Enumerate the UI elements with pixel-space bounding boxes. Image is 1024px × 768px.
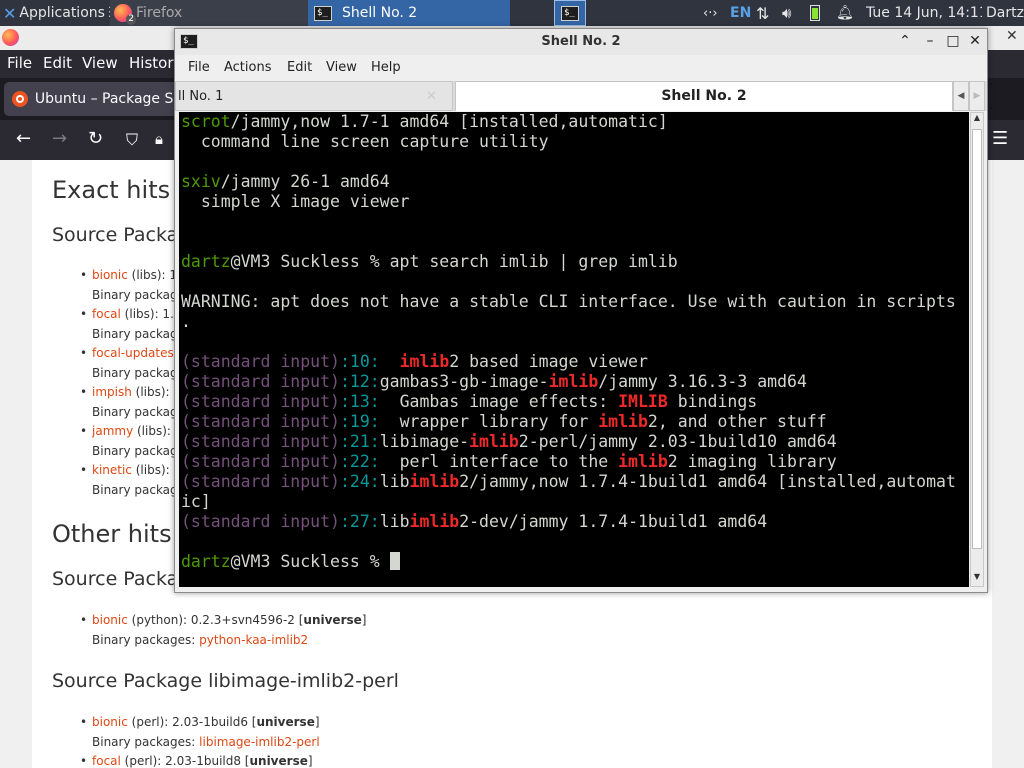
command-line: dartz@VM3 Suckless % apt search imlib | …	[181, 252, 678, 271]
list-item: focal-updates	[80, 346, 174, 360]
source-package-heading: Source Packag	[52, 224, 191, 246]
list-item: focal (perl): 2.03-1build8 [universe]	[80, 754, 313, 768]
terminal-scrollbar[interactable]: ▲ ▼	[970, 112, 984, 587]
scrollbar-thumb[interactable]	[972, 129, 982, 549]
text-cursor	[389, 552, 400, 570]
tab-shell-1[interactable]: ll No. 1 ✕	[175, 81, 453, 111]
taskbar-firefox[interactable]: 2 Firefox	[110, 0, 308, 26]
dist-link[interactable]: focal	[92, 307, 121, 321]
reload-icon[interactable]: ↻	[88, 128, 103, 149]
binary-packages-text: Binary packag	[92, 483, 178, 497]
ubuntu-logo-icon	[12, 91, 28, 107]
tab-close-icon[interactable]: ✕	[426, 89, 437, 104]
dist-link[interactable]: bionic	[92, 715, 128, 729]
close-icon[interactable]: ✕	[1006, 28, 1018, 44]
taskbar-shell-label: Shell No. 2	[342, 5, 418, 21]
maximize-icon[interactable]: □	[943, 31, 963, 51]
menu-help[interactable]: Help	[371, 60, 401, 75]
menu-view[interactable]: View	[326, 60, 357, 75]
keyboard-layout[interactable]: EN	[730, 0, 752, 26]
window-title: Shell No. 2	[541, 34, 621, 49]
dist-link[interactable]: impish	[92, 385, 132, 399]
prompt-line: dartz@VM3 Suckless %	[181, 552, 400, 572]
tab-scroll-left-icon[interactable]: ◀	[953, 81, 969, 111]
scroll-up-icon[interactable]: ▲	[971, 113, 983, 127]
terminal-menubar: File Actions Edit View Help	[175, 55, 987, 81]
terminal-titlebar[interactable]: $_ Shell No. 2 ⌃ – □ ✕	[175, 29, 987, 55]
scroll-down-icon[interactable]: ▼	[971, 572, 983, 586]
dist-link[interactable]: bionic	[92, 613, 128, 627]
binary-packages-text: Binary packages: python-kaa-imlib2	[92, 633, 309, 647]
dist-link[interactable]: kinetic	[92, 463, 132, 477]
dist-link[interactable]: jammy	[92, 424, 133, 438]
minimize-icon[interactable]: –	[920, 31, 940, 51]
menu-edit[interactable]: Edit	[287, 60, 312, 75]
tab-ubuntu-packages[interactable]: Ubuntu – Package Se	[4, 82, 182, 116]
shade-chevron-up-icon[interactable]: ⌃	[895, 31, 915, 51]
source-package-heading: Source Package libimage-imlib2-perl	[52, 670, 399, 692]
clock[interactable]: Tue 14 Jun, 14:11	[866, 0, 982, 26]
binary-packages-text: Binary packag	[92, 288, 178, 302]
terminal-tabbar: ll No. 1 ✕ Shell No. 2 ◀ ▶	[175, 81, 987, 111]
list-item: focal (libs): 1.6	[80, 307, 181, 321]
list-item: impish (libs): 1	[80, 385, 181, 399]
menu-file[interactable]: File	[188, 60, 210, 75]
forward-arrow-icon[interactable]: →	[52, 128, 67, 149]
workspace-pager[interactable]: $_	[554, 0, 586, 26]
applications-label: Applications	[19, 5, 105, 21]
volume-icon[interactable]: 🔊︎	[782, 0, 804, 26]
terminal-window: $_ Shell No. 2 ⌃ – □ ✕ File Actions Edit…	[174, 28, 988, 593]
firefox-icon	[2, 29, 19, 46]
dist-link[interactable]: focal	[92, 754, 121, 768]
tab-title: Ubuntu – Package Se	[34, 91, 182, 107]
list-item: jammy (libs): 1	[80, 424, 182, 438]
binary-package-link[interactable]: libimage-imlib2-perl	[199, 735, 320, 749]
binary-package-link[interactable]: python-kaa-imlib2	[199, 633, 308, 647]
terminal-icon: $_	[314, 5, 332, 21]
tab-scroll-right-icon[interactable]: ▶	[969, 81, 985, 111]
list-item: kinetic (libs): 1.	[80, 463, 185, 477]
terminal-output[interactable]: scrot/jammy,now 1.7-1 amd64 [installed,a…	[179, 112, 969, 587]
list-item: bionic (perl): 2.03-1build6 [universe]	[80, 715, 319, 729]
tab-shell-2[interactable]: Shell No. 2	[455, 81, 953, 111]
source-package-heading: Source Packag	[52, 568, 191, 590]
network-icon[interactable]: ‹·›	[703, 0, 725, 26]
terminal-icon: $_	[561, 5, 579, 21]
dist-link[interactable]: focal-updates	[92, 346, 174, 360]
taskbar-firefox-label: Firefox	[136, 5, 183, 21]
top-panel: ✕ Applications ☰ 2 Firefox $_ Shell No. …	[0, 0, 1024, 26]
shield-icon[interactable]: ⛉	[126, 130, 138, 150]
firefox-icon: 2	[114, 4, 136, 25]
binary-packages-text: Binary packag	[92, 366, 178, 380]
menu-edit[interactable]: Edit	[43, 54, 72, 72]
binary-packages-text: Binary packages: libimage-imlib2-perl	[92, 735, 320, 749]
transfer-arrows-icon[interactable]: ⇅	[756, 0, 778, 26]
other-hits-heading: Other hits	[52, 520, 172, 548]
applications-menu[interactable]: ✕ Applications ☰	[0, 0, 110, 26]
menu-file[interactable]: File	[7, 54, 32, 72]
dist-link[interactable]: bionic	[92, 268, 128, 282]
xfce-logo-icon: ✕	[3, 3, 17, 23]
back-arrow-icon[interactable]: ←	[16, 128, 31, 149]
binary-packages-text: Binary packag	[92, 405, 178, 419]
user-menu[interactable]: Dartz	[986, 0, 1024, 26]
tab-label: Shell No. 2	[661, 88, 747, 104]
taskbar-shell[interactable]: $_ Shell No. 2	[308, 0, 510, 26]
notification-bell-icon[interactable]: 🔔︎	[836, 0, 854, 26]
menu-view[interactable]: View	[82, 54, 118, 72]
tab-label: ll No. 1	[178, 89, 224, 104]
battery-icon[interactable]	[810, 0, 826, 26]
window-count-badge: 2	[126, 14, 136, 25]
menu-actions[interactable]: Actions	[224, 60, 272, 75]
binary-packages-text: Binary packag	[92, 444, 178, 458]
lock-icon[interactable]: 🔒︎	[155, 130, 163, 148]
close-icon[interactable]: ✕	[965, 31, 985, 51]
exact-hits-heading: Exact hits	[52, 176, 171, 204]
binary-packages-text: Binary packag	[92, 327, 178, 341]
list-item: bionic (libs): 1	[80, 268, 177, 282]
hamburger-menu-icon[interactable]: ☰	[992, 128, 1008, 149]
list-item: bionic (python): 0.2.3+svn4596-2 [univer…	[80, 613, 366, 627]
